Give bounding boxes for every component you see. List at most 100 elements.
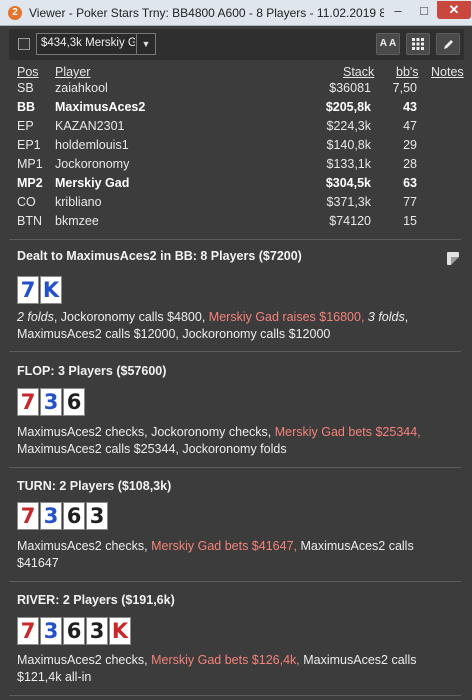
- action-bet: Merskiy Gad bets $25344,: [274, 425, 421, 439]
- player-select-value: $434,3k Merskiy Ga: [41, 37, 135, 49]
- playing-card: 7: [17, 502, 39, 530]
- action-text: ,: [404, 310, 409, 324]
- turn-actions: MaximusAces2 checks, Merskiy Gad bets $4…: [17, 538, 457, 572]
- seat-stack: $36081: [329, 81, 371, 95]
- playing-card: 6: [63, 502, 85, 530]
- header-pos[interactable]: Pos: [17, 65, 39, 79]
- seat-stack: $224,3k: [326, 119, 371, 133]
- turn-cards: 7363: [17, 502, 109, 530]
- seat-pos: BTN: [17, 214, 42, 228]
- header-player[interactable]: Player: [55, 65, 90, 79]
- seat-bbs: 7,50: [392, 81, 417, 95]
- playing-card: K: [109, 617, 131, 645]
- river-title: RIVER: 2 Players ($191,6k): [17, 593, 175, 607]
- seat-player: Merskiy Gad: [55, 176, 130, 190]
- table-row[interactable]: BTN bkmzee $74120 15: [0, 214, 472, 233]
- header-bbs[interactable]: bb's: [396, 65, 419, 79]
- maximize-button[interactable]: □: [411, 1, 437, 19]
- seat-pos: SB: [17, 81, 34, 95]
- divider: [9, 239, 461, 240]
- window-title: Viewer - Poker Stars Trny: BB4800 A600 -…: [29, 5, 384, 20]
- action-raise: Merskiy Gad raises $16800,: [208, 310, 368, 324]
- table-row[interactable]: EP1 holdemlouis1 $140,8k 29: [0, 138, 472, 157]
- seat-pos: MP1: [17, 157, 43, 171]
- table-row[interactable]: EP KAZAN2301 $224,3k 47: [0, 119, 472, 138]
- action-folds: 3 folds: [367, 310, 405, 324]
- table-row[interactable]: MP2 Merskiy Gad $304,5k 63: [0, 176, 472, 195]
- playing-card: 3: [40, 388, 62, 416]
- playing-card: 7: [17, 617, 39, 645]
- seat-stack: $371,3k: [326, 195, 371, 209]
- table-row[interactable]: MP1 Jockoronomy $133,1k 28: [0, 157, 472, 176]
- action-text: MaximusAces2 checks,: [17, 653, 152, 667]
- river-cards: 7363K: [17, 617, 132, 645]
- playing-card: 3: [40, 502, 62, 530]
- playing-card: K: [40, 276, 62, 304]
- action-folds: 2 folds: [17, 310, 54, 324]
- seat-stack: $133,1k: [326, 157, 371, 171]
- font-size-button[interactable]: A A: [376, 33, 400, 55]
- seat-pos: EP1: [17, 138, 41, 152]
- seat-pos: MP2: [17, 176, 43, 190]
- minimize-button[interactable]: –: [385, 1, 411, 19]
- title-bar: 2 Viewer - Poker Stars Trny: BB4800 A600…: [0, 0, 472, 26]
- table-row[interactable]: SB zaiahkool $36081 7,50: [0, 81, 472, 100]
- seat-bbs: 29: [403, 138, 417, 152]
- action-text: $121,4k all-in: [17, 670, 92, 684]
- action-bet: Merskiy Gad bets $41647,: [151, 539, 297, 553]
- toolbar: $434,3k Merskiy Ga ▼ A A: [9, 29, 464, 60]
- divider: [9, 351, 461, 352]
- seat-pos: EP: [17, 119, 34, 133]
- playing-card: 7: [17, 388, 39, 416]
- seat-bbs: 15: [403, 214, 417, 228]
- preflop-title: Dealt to MaximusAces2 in BB: 8 Players (…: [17, 249, 302, 263]
- divider: [9, 695, 461, 696]
- seat-bbs: 43: [403, 100, 417, 114]
- seat-bbs: 47: [403, 119, 417, 133]
- pencil-icon[interactable]: [436, 33, 460, 55]
- flop-actions: MaximusAces2 checks, Jockoronomy checks,…: [17, 424, 457, 458]
- action-text: MaximusAces2 checks,: [17, 539, 152, 553]
- seat-player: holdemlouis1: [55, 138, 129, 152]
- preflop-actions: 2 folds, Jockoronomy calls $4800, Merski…: [17, 309, 457, 343]
- flop-cards: 736: [17, 388, 86, 416]
- app-logo-icon: 2: [8, 5, 22, 20]
- playing-card: 7: [17, 276, 39, 304]
- playing-card: 6: [63, 388, 85, 416]
- divider: [9, 467, 461, 468]
- seat-player: KAZAN2301: [55, 119, 125, 133]
- action-text: MaximusAces2 calls $12000, Jockoronomy c…: [17, 327, 331, 341]
- note-icon[interactable]: [447, 252, 459, 265]
- seat-pos: BB: [17, 100, 36, 114]
- preflop-cards: 7K: [17, 276, 63, 304]
- select-checkbox[interactable]: [18, 38, 30, 50]
- seat-player: MaximusAces2: [55, 100, 146, 114]
- divider: [9, 581, 461, 582]
- playing-card: 3: [86, 617, 108, 645]
- close-button[interactable]: ✕: [437, 1, 471, 19]
- playing-card: 6: [63, 617, 85, 645]
- action-bet: Merskiy Gad bets $126,4k,: [151, 653, 300, 667]
- playing-card: 3: [40, 617, 62, 645]
- chevron-down-icon[interactable]: ▼: [136, 34, 155, 54]
- turn-title: TURN: 2 Players ($108,3k): [17, 479, 172, 493]
- seat-bbs: 28: [403, 157, 417, 171]
- playing-card: 3: [86, 502, 108, 530]
- player-select[interactable]: $434,3k Merskiy Ga ▼: [36, 33, 156, 55]
- table-row[interactable]: CO kribliano $371,3k 77: [0, 195, 472, 214]
- action-text: MaximusAces2 calls: [297, 539, 414, 553]
- seat-bbs: 63: [403, 176, 417, 190]
- seat-stack: $140,8k: [326, 138, 371, 152]
- action-text: MaximusAces2 calls $25344, Jockoronomy f…: [17, 442, 287, 456]
- header-notes[interactable]: Notes: [431, 65, 464, 79]
- table-row[interactable]: BB MaximusAces2 $205,8k 43: [0, 100, 472, 119]
- seat-stack: $205,8k: [325, 100, 371, 114]
- seat-stack: $304,5k: [325, 176, 371, 190]
- seat-player: Jockoronomy: [55, 157, 130, 171]
- grid-icon[interactable]: [406, 33, 430, 55]
- seat-pos: CO: [17, 195, 36, 209]
- river-actions: MaximusAces2 checks, Merskiy Gad bets $1…: [17, 652, 457, 686]
- seat-stack: $74120: [329, 214, 371, 228]
- header-stack[interactable]: Stack: [343, 65, 374, 79]
- seat-player: kribliano: [55, 195, 102, 209]
